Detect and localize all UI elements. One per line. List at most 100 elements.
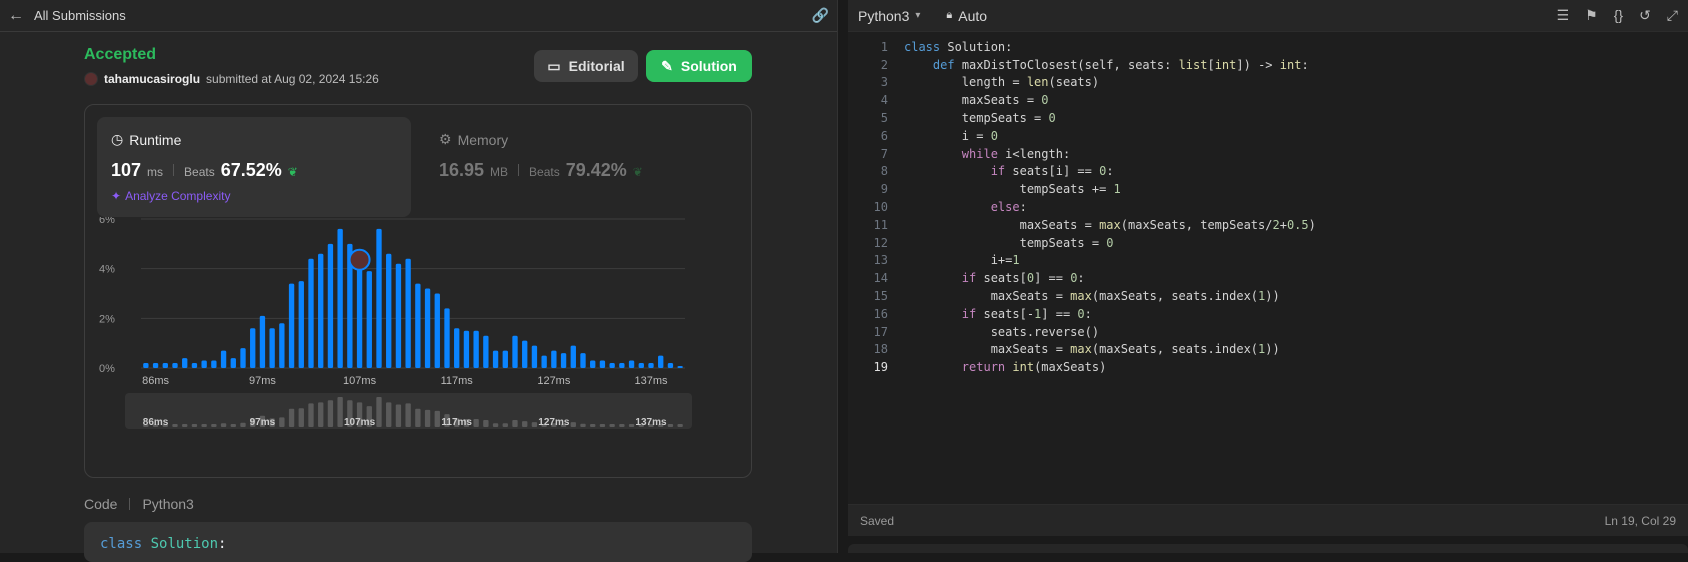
code-line[interactable]: 6 i = 0 — [848, 127, 1688, 145]
chart-bar[interactable] — [648, 363, 654, 368]
code-line[interactable]: 18 maxSeats = max(maxSeats, seats.index(… — [848, 341, 1688, 359]
chart-bar[interactable] — [463, 330, 470, 368]
chart-bar[interactable] — [531, 345, 538, 368]
runtime-unit: ms — [147, 165, 164, 179]
chart-bar[interactable] — [560, 353, 567, 368]
submitter-name[interactable]: tahamucasiroglu — [104, 72, 200, 86]
chart-bar[interactable] — [376, 228, 382, 368]
chart-bar[interactable] — [677, 366, 683, 368]
chart-bar[interactable] — [298, 281, 304, 368]
auto-mode[interactable]: 🔒︎ Auto — [946, 8, 987, 24]
chart-bar[interactable] — [667, 363, 674, 368]
code-line[interactable]: 15 maxSeats = max(maxSeats, seats.index(… — [848, 287, 1688, 305]
language-selector[interactable]: Python3 ▾ — [858, 8, 920, 24]
code-line[interactable]: 16 if seats[-1] == 0: — [848, 305, 1688, 323]
code-line[interactable]: 5 tempSeats = 0 — [848, 109, 1688, 127]
chart-bar[interactable] — [182, 358, 188, 368]
chart-bar[interactable] — [366, 271, 372, 368]
chart-bar[interactable] — [356, 253, 363, 368]
chart-bar[interactable] — [337, 228, 343, 368]
chart-bar[interactable] — [628, 360, 635, 368]
chart-bar[interactable] — [220, 350, 227, 368]
chart-bar[interactable] — [638, 363, 644, 368]
chart-bar[interactable] — [308, 258, 314, 368]
chart-bar[interactable] — [580, 353, 586, 368]
chart-bar[interactable] — [541, 355, 547, 368]
runtime-box[interactable]: ◷ Runtime 107 ms Beats 67.52% ❦ ✦ Analyz… — [97, 117, 411, 217]
chart-bar[interactable] — [191, 363, 198, 368]
chart-bar[interactable] — [619, 363, 625, 368]
code-line[interactable]: 9 tempSeats += 1 — [848, 180, 1688, 198]
runtime-distribution-chart[interactable]: 6% 4% 2% 0% 86ms 97ms 107ms 117ms 127ms 137ms 86ms… — [85, 217, 751, 479]
chart-bar[interactable] — [327, 243, 334, 368]
code-line[interactable]: 14 if seats[0] == 0: — [848, 269, 1688, 287]
code-line[interactable]: 17 seats.reverse() — [848, 323, 1688, 341]
chart-bar[interactable] — [152, 363, 159, 368]
share-link-icon[interactable]: 🔗 — [812, 7, 829, 24]
line-number: 2 — [880, 57, 888, 72]
code-punct: : — [218, 536, 227, 552]
code-line[interactable]: 2 def maxDistToClosest(self, seats: list… — [848, 56, 1688, 74]
memory-box[interactable]: ⚙ Memory 16.95 MB Beats 79.42% ❦ — [425, 117, 725, 217]
code-line[interactable]: 10 else: — [848, 198, 1688, 216]
chart-bar[interactable] — [658, 355, 664, 368]
chart-bar[interactable] — [424, 288, 431, 368]
chart-bar[interactable] — [522, 340, 528, 368]
chart-bar[interactable] — [502, 350, 508, 368]
code-line[interactable]: 1 class Solution: — [848, 38, 1688, 56]
code-line[interactable]: 19 return int(maxSeats) — [848, 358, 1688, 376]
chart-bar[interactable] — [512, 335, 518, 368]
console-panel-edge[interactable] — [848, 544, 1688, 553]
expand-icon[interactable]: ⤢ — [1667, 7, 1678, 24]
code-line[interactable]: 8 if seats[i] == 0: — [848, 163, 1688, 181]
code-line[interactable]: 11 maxSeats = max(maxSeats, tempSeats/2+… — [848, 216, 1688, 234]
chart-bar[interactable] — [269, 328, 275, 368]
analyze-complexity-link[interactable]: ✦ Analyze Complexity — [111, 189, 397, 203]
chart-bar[interactable] — [492, 350, 499, 368]
chart-bar[interactable] — [318, 253, 324, 368]
chart-bar[interactable] — [211, 360, 217, 368]
chart-bar[interactable] — [386, 253, 392, 368]
back-arrow-icon[interactable]: ← — [8, 7, 24, 25]
chart-bar[interactable] — [415, 283, 421, 368]
solution-button[interactable]: ✎ Solution — [646, 50, 752, 82]
format-icon[interactable]: ☰ — [1557, 7, 1570, 24]
chart-bar[interactable] — [551, 350, 557, 368]
chart-bar[interactable] — [230, 358, 236, 368]
avatar[interactable] — [84, 72, 98, 86]
chart-bar[interactable] — [201, 360, 207, 368]
chart-bar[interactable] — [570, 345, 576, 368]
overview-bar — [512, 420, 518, 427]
chart-bar[interactable] — [250, 328, 256, 368]
code-line[interactable]: 7 while i<length: — [848, 145, 1688, 163]
chart-bar[interactable] — [405, 258, 411, 368]
code-area[interactable]: 1 class Solution: 2 def maxDistToClosest(s… — [848, 38, 1688, 376]
code-line[interactable]: 3 length = len(seats) — [848, 74, 1688, 92]
chart-bar[interactable] — [395, 263, 402, 368]
code-preview[interactable]: class Solution: — [84, 522, 752, 562]
reset-icon[interactable]: ↺ — [1639, 7, 1651, 24]
chart-bar[interactable] — [434, 293, 440, 369]
chart-bar[interactable] — [162, 363, 168, 368]
editorial-button[interactable]: ▭ Editorial — [534, 50, 638, 82]
chart-bar[interactable] — [590, 360, 596, 368]
chart-bar[interactable] — [473, 330, 479, 368]
chart-bar[interactable] — [483, 335, 489, 368]
chart-bar[interactable] — [288, 283, 295, 368]
runtime-stats: 107 ms Beats 67.52% ❦ — [111, 160, 397, 181]
chart-bar[interactable] — [240, 348, 246, 368]
braces-icon[interactable]: {} — [1614, 7, 1623, 24]
chart-bar[interactable] — [143, 363, 149, 368]
chart-bar[interactable] — [444, 308, 450, 368]
chart-bar[interactable] — [599, 360, 606, 368]
chart-bar[interactable] — [172, 363, 178, 368]
bookmark-icon[interactable]: ⚑ — [1585, 7, 1598, 24]
code-line[interactable]: 13 i+=1 — [848, 252, 1688, 270]
code-line[interactable]: 4 maxSeats = 0 — [848, 91, 1688, 109]
chart-bar[interactable] — [454, 328, 460, 368]
code-line[interactable]: 12 tempSeats = 0 — [848, 234, 1688, 252]
chart-bar[interactable] — [279, 323, 285, 368]
chart-bar[interactable] — [609, 363, 615, 368]
chart-bar[interactable] — [259, 315, 266, 368]
all-submissions-link[interactable]: All Submissions — [34, 8, 126, 23]
